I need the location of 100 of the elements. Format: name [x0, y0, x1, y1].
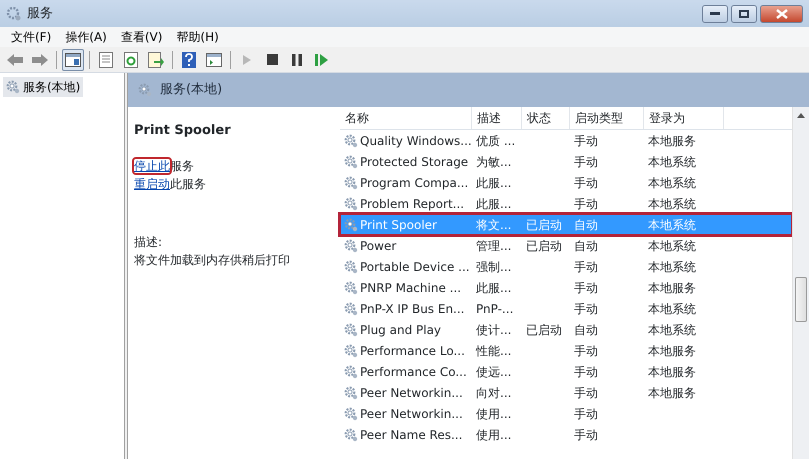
table-row[interactable]: PNRP Machine ... 此服... 手动 本地服务 [340, 277, 792, 298]
table-cell: 本地系统 [648, 218, 696, 232]
service-name: Print Spooler [134, 122, 232, 140]
toolbar-button[interactable] [62, 48, 84, 70]
maximize-button[interactable] [731, 4, 757, 22]
gear-icon [138, 83, 152, 97]
column-header[interactable]: 名称 [340, 107, 472, 129]
service-icon [344, 344, 358, 358]
table-cell: 本地系统 [648, 154, 696, 168]
table-cell: 已启动 [526, 238, 562, 252]
service-name-cell[interactable]: Protected Storage [360, 152, 468, 170]
table-row[interactable]: Portable Device ... 强制... 手动 本地系统 [340, 256, 792, 277]
action-link[interactable]: 重启动 [134, 176, 170, 190]
table-row[interactable]: PnP-X IP Bus En... PnP-... 手动 本地系统 [340, 298, 792, 319]
service-name-cell[interactable]: Performance Lo... [360, 342, 465, 360]
description-text: 将文件加载到内存供稍后打印 [134, 252, 291, 268]
service-icon [344, 428, 358, 442]
table-cell: 本地服务 [648, 280, 696, 294]
service-name-cell[interactable]: Peer Networkin... [360, 384, 463, 402]
table-row[interactable]: Quality Windows... 优质 ... 手动 本地服务 [340, 130, 792, 151]
table-cell: 已启动 [526, 218, 562, 232]
service-name-cell[interactable]: Portable Device ... [360, 258, 470, 276]
service-name-cell[interactable]: Peer Networkin... [360, 404, 463, 422]
action-link[interactable]: 停止此 [134, 158, 170, 172]
menu-item[interactable]: 帮助(H) [169, 28, 226, 46]
table-cell: 本地服务 [648, 386, 696, 400]
service-name-cell[interactable]: PNRP Machine ... [360, 278, 462, 296]
pause-icon [292, 54, 302, 66]
service-name-cell[interactable]: Peer Name Res... [360, 426, 462, 444]
service-name-cell[interactable]: Plug and Play [360, 320, 442, 338]
menu-item[interactable]: 操作(A) [58, 28, 114, 46]
service-icon [344, 196, 358, 210]
table-cell: 本地系统 [648, 196, 696, 210]
table-row[interactable]: Performance Co... 使远... 手动 本地服务 [340, 361, 792, 382]
table-row[interactable]: Performance Lo... 性能... 手动 本地服务 [340, 340, 792, 361]
table-cell: 手动 [574, 302, 598, 316]
table-cell: 手动 [574, 386, 598, 400]
table-cell: 本地服务 [648, 344, 696, 358]
minimize-icon [710, 12, 720, 16]
gear-icon [6, 80, 20, 94]
table-cell: 手动 [574, 344, 598, 358]
scroll-thumb[interactable] [795, 277, 807, 322]
table-cell: 使用... [476, 428, 512, 442]
table-cell: 本地系统 [648, 302, 696, 316]
table-cell: 此服... [476, 196, 512, 210]
service-name-cell[interactable]: Power [360, 236, 396, 254]
table-row[interactable]: Problem Report... 此服... 手动 本地系统 [340, 193, 792, 214]
table-cell: 使计... [476, 322, 512, 336]
column-header[interactable]: 描述 [472, 107, 522, 129]
table-cell: 此服... [476, 176, 512, 190]
service-icon [344, 238, 358, 252]
service-name-cell[interactable]: Quality Windows... [360, 132, 472, 150]
service-icon [344, 134, 358, 148]
table-row[interactable]: Peer Name Res... 使用... 手动 [340, 424, 792, 445]
table-cell: 使远... [476, 364, 512, 378]
table-cell: 自动 [574, 218, 598, 232]
scrollbar[interactable] [792, 107, 809, 459]
refresh-icon [124, 52, 138, 68]
column-header[interactable]: 登录为 [644, 107, 724, 129]
table-row[interactable]: Plug and Play 使计... 已启动 自动 本地系统 [340, 319, 792, 340]
column-header[interactable]: 状态 [522, 107, 570, 129]
service-name-cell-text: Print Spooler [360, 216, 437, 234]
service-icon [344, 176, 358, 190]
service-icon [344, 386, 358, 400]
table-cell: 本地系统 [648, 260, 696, 274]
action-text: 此服务 [170, 176, 206, 190]
export-icon [148, 52, 164, 68]
table-cell: 性能... [476, 344, 512, 358]
menu-item[interactable]: 文件(F) [4, 28, 58, 46]
table-cell: 此服... [476, 280, 512, 294]
service-name-cell[interactable]: PnP-X IP Bus En... [360, 300, 464, 318]
minimize-button[interactable] [702, 4, 728, 22]
service-name-cell[interactable]: Program Compa... [360, 174, 468, 192]
table-cell: 将文... [476, 218, 512, 232]
service-icon [344, 218, 358, 232]
table-cell: 手动 [574, 280, 598, 294]
close-button[interactable] [760, 4, 803, 22]
menu-item[interactable]: 查看(V) [114, 28, 170, 46]
table-row[interactable]: Power 管理... 已启动 自动 本地系统 [340, 235, 792, 256]
table-cell: 手动 [574, 428, 598, 442]
forward-arrow-icon [31, 52, 49, 66]
table-row[interactable]: Peer Networkin... 向对... 手动 本地服务 [340, 382, 792, 403]
table-cell: 向对... [476, 386, 512, 400]
table-row[interactable]: Protected Storage 为敏... 手动 本地系统 [340, 151, 792, 172]
play-icon [242, 54, 252, 66]
table-cell: 手动 [574, 154, 598, 168]
table-row[interactable]: Peer Networkin... 使用... 手动 [340, 403, 792, 424]
service-icon [344, 302, 358, 316]
table-cell: 已启动 [526, 322, 562, 336]
scroll-up-icon[interactable] [797, 113, 805, 118]
tree-item[interactable]: 服务(本地) [3, 77, 84, 97]
help-icon [182, 52, 196, 68]
service-icon [344, 260, 358, 274]
table-cell: 手动 [574, 196, 598, 210]
description-label: 描述: [134, 234, 164, 250]
table-row[interactable]: Program Compa... 此服... 手动 本地系统 [340, 172, 792, 193]
column-header[interactable]: 启动类型 [570, 107, 644, 129]
service-name-cell[interactable]: Performance Co... [360, 362, 467, 380]
service-name-cell[interactable]: Problem Report... [360, 194, 464, 212]
table-cell: 为敏... [476, 154, 512, 168]
